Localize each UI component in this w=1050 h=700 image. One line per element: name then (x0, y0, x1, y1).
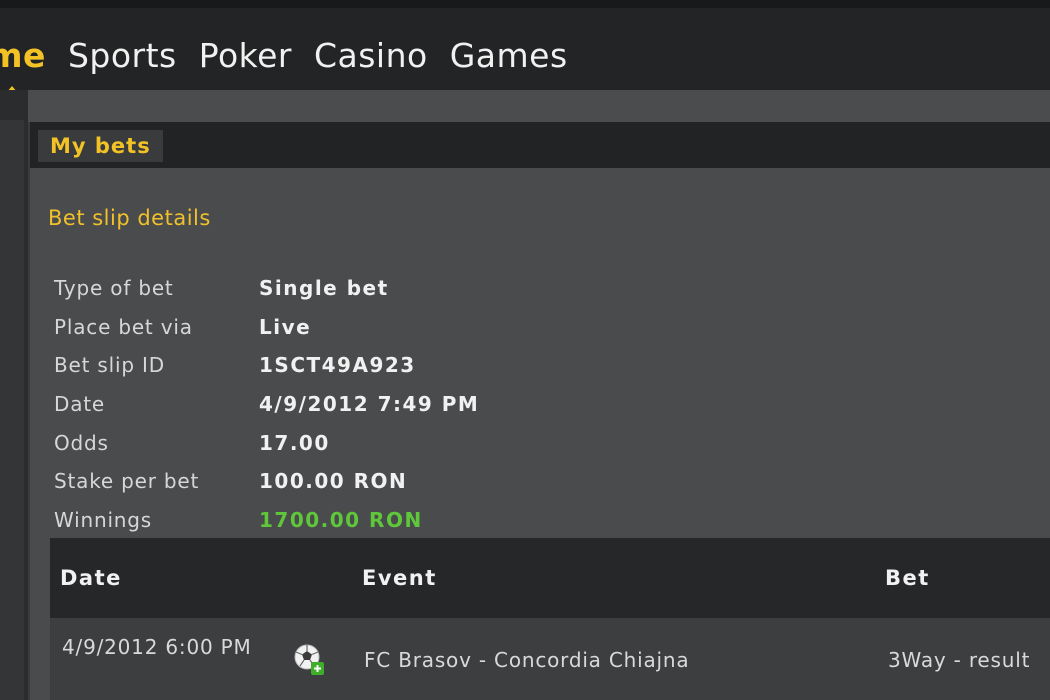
nav-casino[interactable]: Casino (303, 36, 439, 76)
nav-poker[interactable]: Poker (188, 36, 303, 76)
detail-value: Single bet (259, 276, 389, 301)
main-nav: ome Sports Poker Casino Games (0, 36, 579, 76)
column-header-date: Date (60, 566, 122, 590)
panel-title[interactable]: My bets (38, 130, 163, 162)
detail-label: Stake per bet (54, 469, 200, 494)
sub-header-strip (28, 90, 1050, 122)
left-rail (0, 90, 28, 700)
left-rail-inner (0, 120, 24, 700)
row-bet: 3Way - result (888, 648, 1031, 672)
detail-row-odds: Odds 17.00 (54, 423, 479, 462)
detail-row-stake: Stake per bet 100.00 RON (54, 462, 479, 501)
section-title: Bet slip details (48, 206, 211, 230)
detail-value: 4/9/2012 7:49 PM (259, 392, 480, 417)
bet-events-table: Date Event Bet 4/9/2012 6:00 PM FC Braso… (50, 538, 1050, 700)
table-row[interactable]: 4/9/2012 6:00 PM FC Brasov - Concordia C… (50, 618, 1050, 700)
detail-value: 17.00 (259, 430, 330, 455)
column-header-bet: Bet (885, 566, 930, 590)
column-header-event: Event (362, 566, 437, 590)
panel-header: My bets (30, 122, 1050, 168)
detail-row-place-via: Place bet via Live (54, 308, 479, 347)
detail-row-winnings: Winnings 1700.00 RON (54, 501, 479, 540)
football-live-icon (293, 642, 325, 676)
detail-row-type: Type of bet Single bet (54, 269, 479, 308)
my-bets-panel: My bets Bet slip details Type of bet Sin… (30, 122, 1050, 700)
table-header-row: Date Event Bet (50, 538, 1050, 618)
detail-value: Live (259, 314, 312, 339)
nav-home[interactable]: ome (0, 36, 57, 76)
bet-slip-details: Type of bet Single bet Place bet via Liv… (54, 269, 479, 539)
nav-sports[interactable]: Sports (57, 36, 188, 76)
nav-games[interactable]: Games (439, 36, 579, 76)
winnings-value: 1700.00 RON (259, 507, 423, 532)
detail-label: Place bet via (54, 314, 193, 339)
top-navigation-bar: ome Sports Poker Casino Games (0, 0, 1050, 98)
row-date: 4/9/2012 6:00 PM (62, 635, 252, 659)
detail-label: Type of bet (54, 276, 174, 301)
detail-label: Bet slip ID (54, 353, 165, 378)
detail-value: 100.00 RON (259, 469, 408, 494)
detail-row-date: Date 4/9/2012 7:49 PM (54, 385, 479, 424)
row-event[interactable]: FC Brasov - Concordia Chiajna (364, 648, 689, 672)
detail-label: Date (54, 392, 106, 417)
detail-label: Winnings (54, 507, 152, 532)
detail-row-slip-id: Bet slip ID 1SCT49A923 (54, 346, 479, 385)
detail-value: 1SCT49A923 (259, 353, 416, 378)
detail-label: Odds (54, 430, 109, 455)
